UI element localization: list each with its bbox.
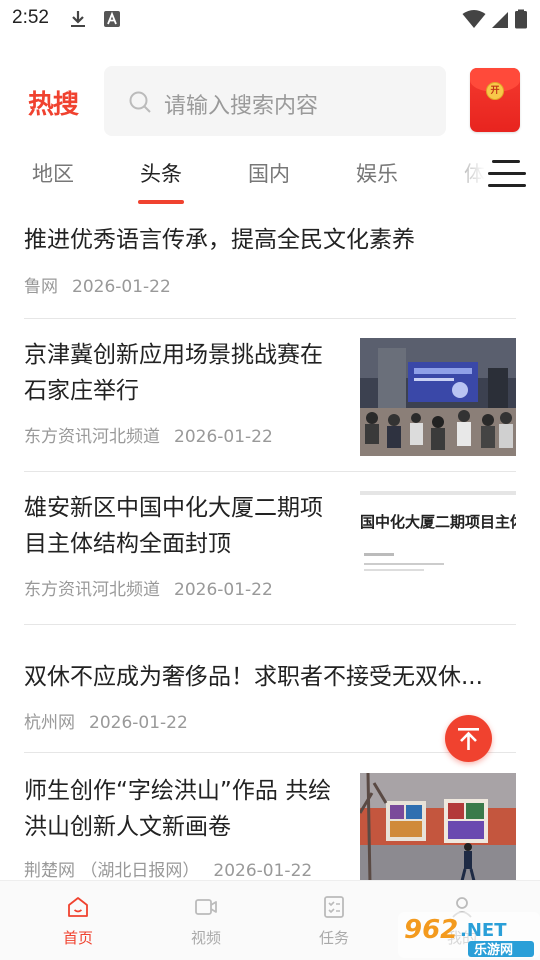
tab-entertainment[interactable]: 娱乐: [356, 158, 398, 188]
news-title-line: 洪山创新人文新画卷: [24, 814, 231, 840]
header: 热搜 请输入搜索内容 开: [0, 62, 540, 140]
news-source: 东方资讯河北频道: [24, 427, 160, 447]
news-source: 东方资讯河北频道: [24, 580, 160, 600]
back-to-top-button[interactable]: [445, 715, 492, 762]
news-title-line: 石家庄举行: [24, 378, 139, 404]
battery-icon: [515, 9, 527, 29]
signal-icon: [492, 12, 508, 28]
task-icon: [324, 896, 344, 918]
news-title: 师生创作“字绘洪山”作品 共绘 洪山创新人文新画卷: [24, 773, 344, 845]
news-title-line: 目主体结构全面封顶: [24, 531, 231, 557]
wifi-icon: [462, 10, 486, 28]
news-meta: 东方资讯河北频道 2026-01-22: [24, 422, 273, 447]
tab-headlines[interactable]: 头条: [140, 158, 182, 188]
nav-label: 首页: [62, 929, 93, 947]
red-packet-coin: 开: [486, 82, 504, 100]
news-item[interactable]: 师生创作“字绘洪山”作品 共绘 洪山创新人文新画卷 荆楚网 （湖北日报网） 202…: [24, 753, 516, 883]
home-icon: [68, 897, 88, 917]
category-tabs: 地区 头条 国内 娱乐 体: [0, 150, 540, 210]
search-icon: [129, 91, 151, 113]
news-item[interactable]: 雄安新区中国中化大厦二期项 目主体结构全面封顶 东方资讯河北频道 2026-01-…: [24, 472, 516, 625]
news-date: 2026-01-22: [213, 861, 313, 881]
news-title-line: 师生创作“字绘洪山”作品 共绘: [24, 778, 332, 804]
watermark-suffix: .NET: [460, 920, 507, 941]
download-icon: [71, 11, 85, 27]
news-date: 2026-01-22: [89, 713, 188, 733]
tab-region[interactable]: 地区: [32, 158, 74, 188]
nav-task[interactable]: 任务: [294, 881, 374, 960]
news-title: 雄安新区中国中化大厦二期项 目主体结构全面封顶: [24, 490, 344, 562]
search-box[interactable]: 请输入搜索内容: [104, 66, 446, 136]
red-packet-button[interactable]: 开: [470, 68, 520, 132]
news-title: 双休不应成为奢侈品！求职者不接受无双休...: [24, 659, 516, 695]
news-item[interactable]: 双休不应成为奢侈品！求职者不接受无双休... 杭州网 2026-01-22: [24, 625, 516, 753]
news-date: 2026-01-22: [174, 580, 273, 600]
tab-domestic[interactable]: 国内: [248, 158, 290, 188]
channel-menu-icon[interactable]: [488, 156, 526, 190]
nav-label: 视频: [190, 929, 221, 947]
news-item[interactable]: 京津冀创新应用场景挑战赛在 石家庄举行 东方资讯河北频道 2026-01-22: [24, 319, 516, 472]
banner-text: 国中化大厦二期项目主体: [360, 513, 516, 531]
news-title-line: 京津冀创新应用场景挑战赛在: [24, 342, 323, 368]
site-watermark: 962 .NET 乐游网: [398, 908, 540, 960]
news-title-line: 推进优秀语言传承，提高全民文化素养: [24, 227, 415, 253]
status-bar: 2:52: [0, 0, 540, 38]
a-notification-icon: [104, 11, 120, 27]
news-title: 推进优秀语言传承，提高全民文化素养: [24, 222, 516, 258]
news-title: 京津冀创新应用场景挑战赛在 石家庄举行: [24, 337, 344, 409]
news-thumbnail-conference: [360, 338, 516, 456]
watermark-number: 962: [404, 915, 458, 945]
news-title-line: 双休不应成为奢侈品！求职者不接受无双休...: [24, 664, 483, 690]
nav-video[interactable]: 视频: [166, 881, 246, 960]
news-meta: 鲁网 2026-01-22: [24, 272, 171, 297]
news-source: 荆楚网 （湖北日报网）: [24, 861, 200, 881]
nav-label: 任务: [318, 929, 349, 947]
news-thumbnail-banner: 国中化大厦二期项目主体: [360, 491, 516, 609]
news-source: 鲁网: [24, 277, 58, 297]
active-tab-indicator: [138, 200, 184, 204]
news-source: 杭州网: [24, 713, 75, 733]
news-meta: 杭州网 2026-01-22: [24, 708, 188, 733]
news-meta: 东方资讯河北频道 2026-01-22: [24, 575, 273, 600]
news-meta: 荆楚网 （湖北日报网） 2026-01-22: [24, 856, 312, 881]
news-date: 2026-01-22: [72, 277, 171, 297]
search-input[interactable]: 请输入搜索内容: [164, 88, 318, 120]
news-item[interactable]: 推进优秀语言传承，提高全民文化素养 鲁网 2026-01-22: [24, 216, 516, 319]
news-title-line: 雄安新区中国中化大厦二期项: [24, 495, 323, 521]
news-date: 2026-01-22: [174, 427, 273, 447]
video-icon: [195, 899, 217, 915]
arrow-up-icon: [458, 728, 479, 750]
status-time: 2:52: [12, 7, 49, 28]
watermark-subtitle: 乐游网: [474, 942, 513, 958]
news-thumbnail-artwork: [360, 773, 516, 883]
nav-home[interactable]: 首页: [38, 881, 118, 960]
hot-search-logo: 热搜: [28, 90, 79, 120]
